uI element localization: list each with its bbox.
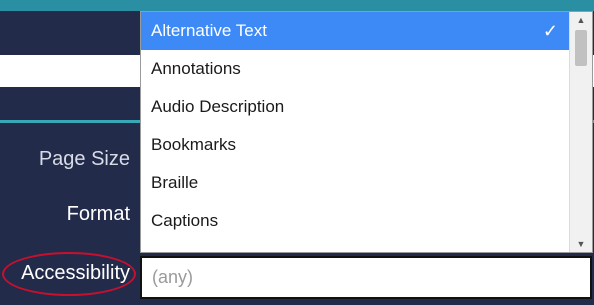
accessibility-dropdown-list[interactable]: Alternative Text ✓ Annotations Audio Des… [140,11,593,253]
dropdown-scrollbar[interactable]: ▲ ▼ [569,12,592,252]
option-alternative-text[interactable]: Alternative Text ✓ [141,12,592,50]
option-annotations[interactable]: Annotations [141,50,592,88]
scrollbar-thumb[interactable] [575,30,587,66]
option-label: Captions [151,211,219,230]
option-label: Braille [151,173,199,192]
option-label: Annotations [151,59,241,78]
accessibility-field[interactable] [140,256,592,299]
option-captions[interactable]: Captions [141,202,592,240]
checkmark-icon: ✓ [542,21,558,41]
option-label: Bookmarks [151,135,237,154]
accessibility-highlight-circle [2,252,136,296]
header-accent-strip [0,0,594,11]
format-label: Format [66,203,130,225]
option-audio-description[interactable]: Audio Description [141,88,592,126]
scroll-up-arrow-icon[interactable]: ▲ [570,12,592,28]
option-bookmarks[interactable]: Bookmarks [141,126,592,164]
scroll-down-arrow-icon[interactable]: ▼ [570,236,592,252]
option-label: Audio Description [151,97,285,116]
accessibility-input[interactable] [142,258,590,297]
page-size-label: Page Size [38,148,130,170]
option-label: Alternative Text [151,21,267,40]
option-braille[interactable]: Braille [141,164,592,202]
